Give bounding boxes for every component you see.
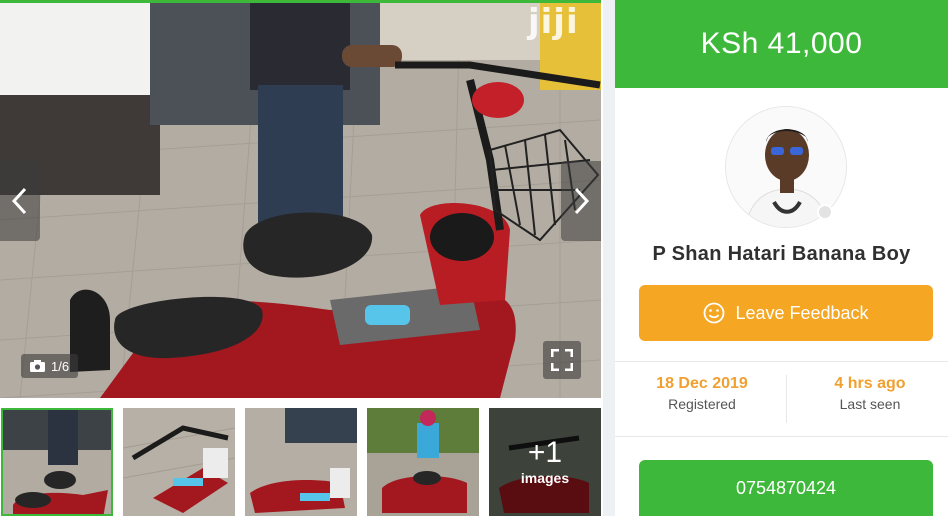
thumbnail-3[interactable]	[245, 408, 357, 516]
thumbnail-4[interactable]	[367, 408, 479, 516]
stat-last-seen: 4 hrs ago Last seen	[787, 375, 948, 412]
fullscreen-icon	[551, 349, 573, 371]
thumbnail-image	[3, 410, 111, 514]
thumbnail-2[interactable]	[123, 408, 235, 516]
main-photo[interactable]: jiji 1/6	[0, 0, 601, 398]
smiley-icon	[704, 302, 725, 324]
image-counter: 1/6	[21, 354, 79, 378]
chevron-right-icon	[574, 187, 590, 215]
previous-image-button[interactable]	[0, 161, 40, 241]
fullscreen-button[interactable]	[543, 341, 581, 379]
leave-feedback-button[interactable]: Leave Feedback	[639, 285, 933, 341]
top-accent-bar	[0, 0, 601, 3]
phone-number: 0754870424	[735, 477, 837, 498]
thumbnail-strip: +1 images	[0, 408, 603, 516]
registered-date: 18 Dec 2019	[656, 375, 748, 392]
seller-name[interactable]: P Shan Hatari Banana Boy	[615, 243, 948, 266]
last-seen-label: Last seen	[839, 396, 901, 412]
chevron-left-icon	[11, 187, 27, 215]
thumbnail-image	[123, 408, 235, 516]
seller-avatar-wrap[interactable]	[725, 106, 847, 228]
image-gallery: jiji 1/6 +1 images	[0, 0, 603, 516]
jiji-watermark: jiji	[528, 2, 579, 42]
seller-sidebar: KSh 41,000 P Shan Hatari Banana Boy Leav	[615, 0, 948, 516]
thumbnail-1[interactable]	[1, 408, 113, 516]
thumbnail-image	[245, 408, 357, 516]
online-status-indicator	[817, 204, 833, 220]
last-seen-value: 4 hrs ago	[834, 375, 906, 392]
more-images-count: +1	[527, 436, 563, 469]
show-phone-button[interactable]: 0754870424	[639, 460, 933, 516]
leave-feedback-label: Leave Feedback	[735, 302, 869, 323]
thumbnail-more[interactable]: +1 images	[489, 408, 601, 516]
price-bar: KSh 41,000	[615, 0, 948, 88]
more-images-overlay: +1 images	[489, 408, 601, 516]
thumbnail-image	[367, 408, 479, 516]
stat-registered: 18 Dec 2019 Registered	[619, 375, 785, 412]
seller-stats: 18 Dec 2019 Registered 4 hrs ago Last se…	[615, 375, 948, 425]
more-images-label: images	[520, 470, 570, 486]
listing-price: KSh 41,000	[700, 27, 863, 60]
registered-label: Registered	[668, 396, 736, 412]
image-counter-text: 1/6	[51, 358, 70, 374]
divider	[615, 361, 948, 362]
next-image-button[interactable]	[561, 161, 601, 241]
scooter-photo	[0, 0, 601, 398]
divider	[615, 436, 948, 437]
camera-icon	[30, 360, 45, 372]
